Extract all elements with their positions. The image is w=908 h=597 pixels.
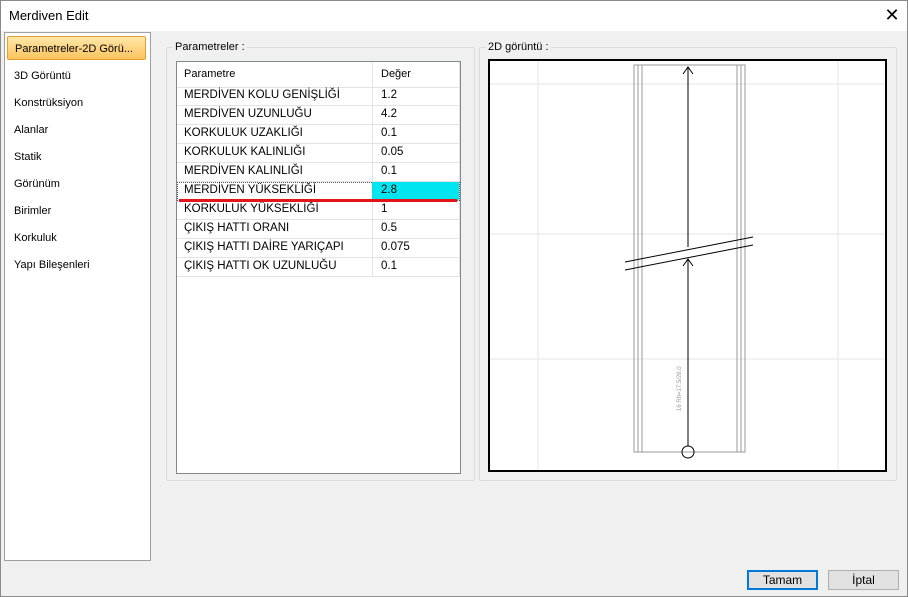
param-value[interactable]: 0.1 — [381, 260, 397, 272]
param-name: MERDİVEN KALINLIĞI — [184, 165, 303, 177]
param-name: KORKULUK UZAKLIĞI — [184, 127, 303, 139]
sidebar-item-parametreler[interactable]: Parametreler-2D Görü... — [7, 36, 146, 60]
sidebar-item-yapi-bilesenleri[interactable]: Yapı Bileşenleri — [14, 256, 90, 274]
title-bar: Merdiven Edit ✕ — [0, 0, 908, 31]
sidebar-item-3d-goruntu[interactable]: 3D Görüntü — [14, 67, 71, 85]
param-value[interactable]: 1 — [381, 203, 387, 215]
sidebar-item-gorunum[interactable]: Görünüm — [14, 175, 60, 193]
stair-annotation: 16 Rh=17.5/26.0 — [677, 366, 683, 411]
table-row[interactable]: MERDİVEN KALINLIĞI 0.1 — [177, 163, 460, 182]
param-value[interactable]: 0.1 — [381, 165, 397, 177]
params-grid[interactable]: Parametre Değer MERDİVEN KOLU GENİŞLİĞİ 1… — [176, 61, 461, 474]
param-name: MERDİVEN YÜKSEKLİĞİ — [184, 184, 317, 196]
preview-group-label: 2D görüntü : — [486, 41, 551, 53]
error-underline — [179, 199, 457, 202]
param-value[interactable]: 0.5 — [381, 222, 397, 234]
params-group-label: Parametreler : — [173, 41, 247, 53]
close-icon[interactable]: ✕ — [878, 2, 906, 29]
param-name: KORKULUK YÜKSEKLİĞİ — [184, 203, 319, 215]
sidebar-item-label: 3D Görüntü — [14, 70, 71, 82]
param-value[interactable]: 0.1 — [381, 127, 397, 139]
column-header-deger[interactable]: Değer — [381, 68, 411, 80]
sidebar-item-konstruksiyon[interactable]: Konstrüksiyon — [14, 94, 83, 112]
param-name: ÇIKIŞ HATTI ORANI — [184, 222, 290, 234]
param-value[interactable]: 1.2 — [381, 89, 397, 101]
sidebar-item-label: Yapı Bileşenleri — [14, 259, 90, 271]
table-row[interactable]: KORKULUK KALINLIĞI 0.05 — [177, 144, 460, 163]
param-value[interactable]: 0.075 — [381, 241, 410, 253]
param-name: ÇIKIŞ HATTI OK UZUNLUĞU — [184, 260, 337, 272]
sidebar-item-statik[interactable]: Statik — [14, 148, 42, 166]
sidebar-item-label: Statik — [14, 151, 42, 163]
param-value[interactable]: 0.05 — [381, 146, 403, 158]
param-name: MERDİVEN KOLU GENİŞLİĞİ — [184, 89, 340, 101]
window-title: Merdiven Edit — [9, 8, 89, 23]
sidebar-item-label: Alanlar — [14, 124, 49, 136]
column-header-parametre[interactable]: Parametre — [184, 68, 235, 80]
grid-header: Parametre Değer — [177, 62, 460, 88]
table-row[interactable]: ÇIKIŞ HATTI OK UZUNLUĞU 0.1 — [177, 258, 460, 277]
sidebar-item-alanlar[interactable]: Alanlar — [14, 121, 48, 139]
cancel-button[interactable]: İptal — [828, 570, 899, 590]
param-value[interactable]: 2.8 — [381, 184, 397, 196]
table-row[interactable]: MERDİVEN KOLU GENİŞLİĞİ 1.2 — [177, 87, 460, 106]
sidebar-item-label: Birimler — [14, 205, 52, 217]
ok-button[interactable]: Tamam — [747, 570, 818, 590]
sidebar-item-label: Parametreler-2D Görü... — [15, 43, 133, 55]
param-name: MERDİVEN UZUNLUĞU — [184, 108, 312, 120]
stair-2d-preview: 16 Rh=17.5/26.0 — [488, 59, 887, 472]
param-value[interactable]: 4.2 — [381, 108, 397, 120]
table-row[interactable]: ÇIKIŞ HATTI ORANI 0.5 — [177, 220, 460, 239]
sidebar-item-label: Görünüm — [14, 178, 60, 190]
sidebar-item-birimler[interactable]: Birimler — [14, 202, 51, 220]
table-row[interactable]: KORKULUK YÜKSEKLİĞİ 1 — [177, 201, 460, 220]
param-name: ÇIKIŞ HATTI DAİRE YARIÇAPI — [184, 241, 344, 253]
sidebar-item-label: Korkuluk — [14, 232, 57, 244]
table-row[interactable]: ÇIKIŞ HATTI DAİRE YARIÇAPI 0.075 — [177, 239, 460, 258]
sidebar: Parametreler-2D Görü... 3D Görüntü Konst… — [4, 32, 151, 561]
param-name: KORKULUK KALINLIĞI — [184, 146, 306, 158]
sidebar-item-korkuluk[interactable]: Korkuluk — [14, 229, 57, 247]
sidebar-item-label: Konstrüksiyon — [14, 97, 84, 109]
table-row[interactable]: MERDİVEN UZUNLUĞU 4.2 — [177, 106, 460, 125]
table-row[interactable]: KORKULUK UZAKLIĞI 0.1 — [177, 125, 460, 144]
